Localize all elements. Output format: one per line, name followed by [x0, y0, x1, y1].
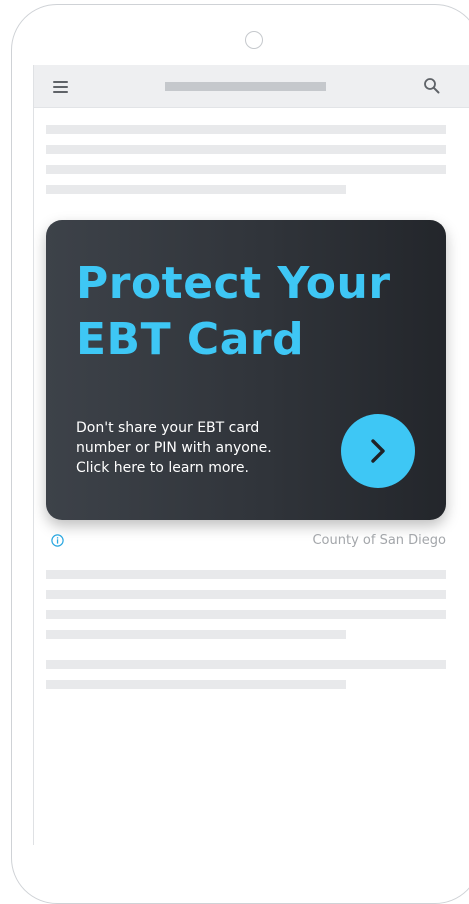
- ad-body-line: Click here to learn more.: [76, 460, 249, 476]
- placeholder-text-line: [46, 660, 446, 669]
- search-icon[interactable]: [423, 77, 441, 95]
- camera-circle: [245, 31, 263, 49]
- hamburger-menu-icon[interactable]: [53, 81, 68, 93]
- ad-body-text: Don't share your EBT card number or PIN …: [76, 418, 326, 478]
- address-bar[interactable]: [165, 82, 326, 91]
- placeholder-text-line: [46, 680, 346, 689]
- placeholder-text-line: [46, 610, 446, 619]
- chevron-right-icon: [371, 439, 385, 463]
- placeholder-text-line: [46, 145, 446, 154]
- ebt-ad-banner[interactable]: Protect Your EBT Card Don't share your E…: [46, 220, 446, 520]
- placeholder-text-line: [46, 185, 346, 194]
- info-icon[interactable]: [51, 534, 64, 547]
- placeholder-text-line: [46, 125, 446, 134]
- ad-headline-line: EBT Card: [76, 314, 305, 365]
- ad-body-line: Don't share your EBT card: [76, 420, 260, 436]
- ad-cta-button[interactable]: [341, 414, 415, 488]
- browser-toolbar: [34, 65, 469, 108]
- ad-headline-line: Protect Your: [76, 258, 391, 309]
- advertiser-name: County of San Diego: [312, 533, 446, 548]
- placeholder-text-line: [46, 590, 446, 599]
- ad-body-line: number or PIN with anyone.: [76, 440, 272, 456]
- ad-headline: Protect Your EBT Card: [76, 256, 436, 368]
- placeholder-text-line: [46, 630, 346, 639]
- placeholder-text-line: [46, 165, 446, 174]
- phone-screen: Protect Your EBT Card Don't share your E…: [33, 65, 469, 845]
- placeholder-text-line: [46, 570, 446, 579]
